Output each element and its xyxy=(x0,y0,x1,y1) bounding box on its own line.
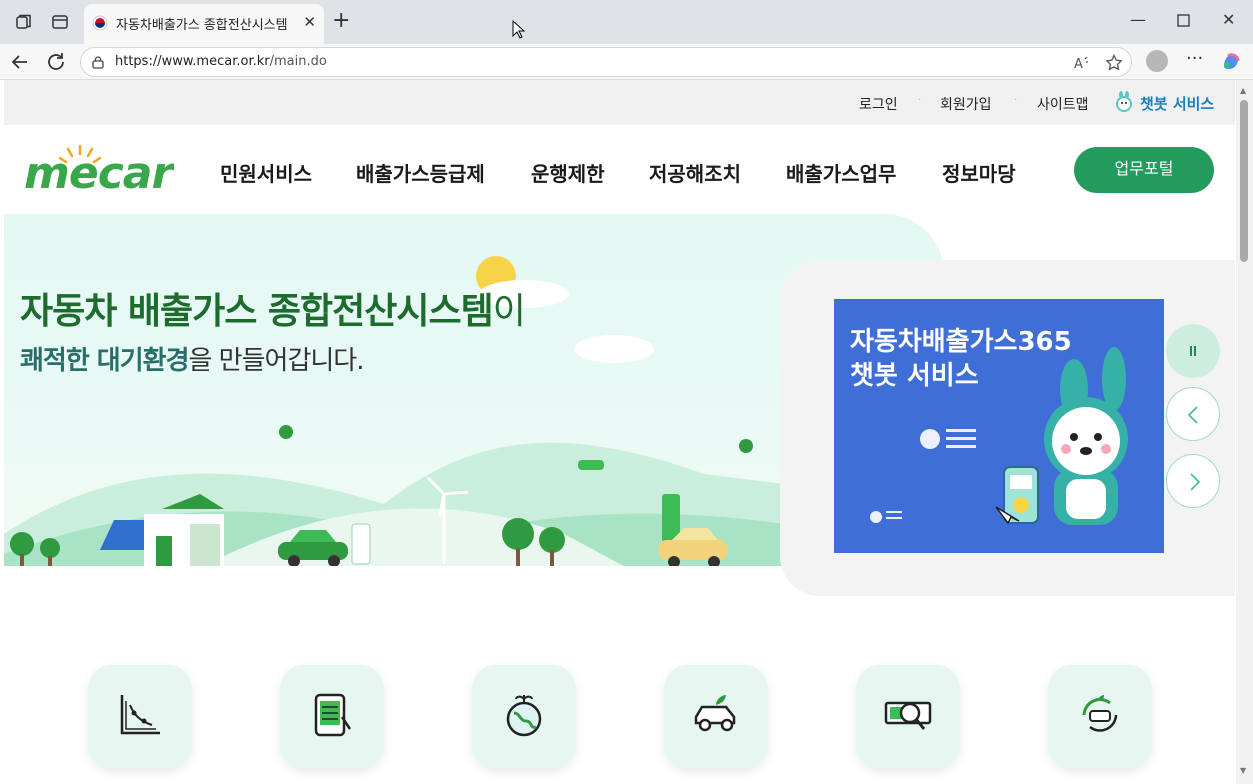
scroll-thumb[interactable] xyxy=(1240,100,1248,262)
quick-menu-inspection[interactable] xyxy=(856,665,960,769)
eco-car-icon xyxy=(694,695,736,732)
close-window-icon[interactable]: ✕ xyxy=(1222,10,1235,29)
quick-menu-eco-car[interactable] xyxy=(664,665,768,769)
chevron-right-icon xyxy=(1190,473,1201,491)
browser-tab-active[interactable]: 자동차배출가스 종합전산시스템 ✕ xyxy=(84,4,324,44)
svg-text:A: A xyxy=(1074,57,1083,72)
earth-sprout-icon xyxy=(506,695,542,737)
gnb-civil-service[interactable]: 민원서비스 xyxy=(220,158,312,187)
back-icon[interactable] xyxy=(8,50,32,74)
tab-actions-icon[interactable] xyxy=(50,12,70,32)
gnb-info[interactable]: 정보마당 xyxy=(942,158,1016,187)
copilot-icon[interactable] xyxy=(1220,50,1242,72)
quick-menu-recycle[interactable] xyxy=(1048,665,1152,769)
hero-section: 자동차 배출가스 종합전산시스템이 쾌적한 대기환경을 만들어갑니다. 자동차배… xyxy=(4,214,1235,596)
gnb-low-emission[interactable]: 저공해조치 xyxy=(649,158,741,187)
maximize-icon[interactable] xyxy=(1177,14,1190,27)
chatbot-rabbit-icon xyxy=(1116,91,1132,112)
scroll-down-icon[interactable]: ▼ xyxy=(1240,766,1246,775)
lock-icon[interactable] xyxy=(91,55,105,69)
mouse-cursor-icon xyxy=(512,20,526,39)
minimize-icon[interactable]: — xyxy=(1130,10,1146,29)
banner-title-line1: 자동차배출가스365 xyxy=(850,327,1072,357)
quick-menu-environment[interactable] xyxy=(472,665,576,769)
mecar-logo[interactable]: mecar xyxy=(24,144,176,199)
slider-pause-button[interactable] xyxy=(1166,324,1220,378)
more-menu-icon[interactable]: ··· xyxy=(1186,48,1203,69)
gnb-emission-grade[interactable]: 배출가스등급제 xyxy=(356,158,485,187)
eco-town-illustration xyxy=(4,425,784,566)
work-portal-button[interactable]: 업무포털 xyxy=(1074,147,1214,193)
gnb-emission-work[interactable]: 배출가스업무 xyxy=(786,158,896,187)
browser-titlebar: 자동차배출가스 종합전산시스템 ✕ + — ✕ xyxy=(0,0,1253,44)
web-page: 로그인 · 회원가입 · 사이트맵 챗봇 서비스 mecar 민원서비스 배출가… xyxy=(4,80,1235,784)
utility-bar: 로그인 · 회원가입 · 사이트맵 챗봇 서비스 xyxy=(4,80,1235,125)
korea-flag-favicon-icon xyxy=(92,15,108,31)
refresh-icon[interactable] xyxy=(44,50,68,74)
slider-next-button[interactable] xyxy=(1166,454,1220,508)
tab-close-icon[interactable]: ✕ xyxy=(303,13,316,31)
banner-title-line2: 챗봇 서비스 xyxy=(850,361,979,391)
quick-menu-application[interactable] xyxy=(280,665,384,769)
profile-avatar[interactable] xyxy=(1146,50,1168,72)
util-separator: · xyxy=(918,95,922,106)
url-text[interactable]: https://www.mecar.or.kr/main.do xyxy=(115,54,327,69)
address-bar[interactable]: https://www.mecar.or.kr/main.do A xyxy=(80,47,1132,77)
browser-toolbar: https://www.mecar.or.kr/main.do A ··· xyxy=(0,44,1253,80)
workspaces-icon[interactable] xyxy=(14,12,34,32)
chart-icon xyxy=(120,695,160,735)
svg-text:mecar: mecar xyxy=(24,148,174,194)
util-separator: · xyxy=(1014,95,1018,106)
login-link[interactable]: 로그인 xyxy=(859,94,898,114)
mecar-logo-image: mecar xyxy=(24,144,176,199)
quick-menu-chart[interactable] xyxy=(88,665,192,769)
recycle-car-icon xyxy=(1082,695,1118,732)
chevron-left-icon xyxy=(1187,406,1198,424)
tablet-form-icon xyxy=(314,693,352,737)
scroll-up-icon[interactable]: ▲ xyxy=(1240,86,1246,95)
slider-prev-button[interactable] xyxy=(1166,387,1220,441)
signup-link[interactable]: 회원가입 xyxy=(940,94,992,114)
favorite-star-icon[interactable] xyxy=(1105,54,1123,72)
read-aloud-icon[interactable]: A xyxy=(1073,54,1091,72)
vertical-scrollbar[interactable]: ▲ ▼ xyxy=(1236,80,1253,784)
pause-icon xyxy=(1190,346,1196,356)
tab-title: 자동차배출가스 종합전산시스템 xyxy=(116,18,288,33)
chatbot-banner-slide[interactable]: 자동차배출가스365 챗봇 서비스 xyxy=(834,299,1164,553)
gnb-driving-restriction[interactable]: 운행제한 xyxy=(531,158,605,187)
hero-title: 자동차 배출가스 종합전산시스템이 xyxy=(20,291,526,332)
search-inspection-icon xyxy=(884,701,932,730)
sitemap-link[interactable]: 사이트맵 xyxy=(1037,94,1089,114)
new-tab-icon[interactable]: + xyxy=(332,8,350,33)
